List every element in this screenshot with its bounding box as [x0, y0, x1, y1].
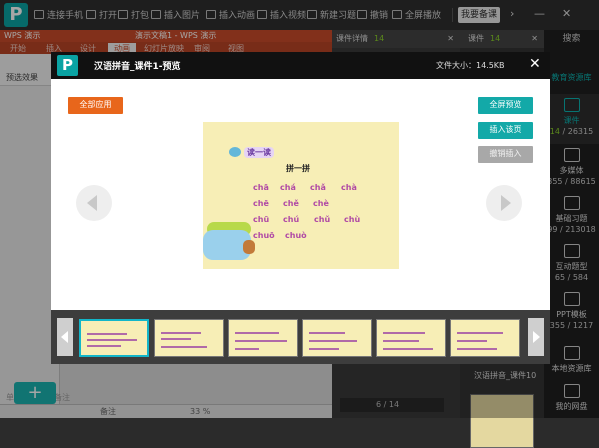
undo-insert-button[interactable]: 撤销插入 — [478, 146, 533, 163]
chevron-left-icon — [61, 331, 68, 343]
thumbnail-strip — [51, 310, 550, 364]
close-icon[interactable]: ✕ — [529, 56, 541, 72]
pinyin: chē — [253, 199, 269, 208]
pinyin: chá — [280, 183, 296, 192]
slide-thumbnail[interactable] — [376, 319, 446, 357]
slide-thumbnail[interactable] — [450, 319, 520, 357]
chevron-right-icon — [501, 195, 511, 211]
pinyin: chǎ — [310, 183, 326, 192]
pinyin: chuō — [253, 231, 275, 240]
app-logo: P — [57, 55, 78, 76]
preview-dialog: P 汉语拼音_课件1-预览 文件大小：14.5KB ✕ 全部应用 全屏预览 插入… — [51, 52, 550, 364]
slide-title: 拼一拼 — [286, 164, 310, 173]
apply-all-button[interactable]: 全部应用 — [68, 97, 123, 114]
pinyin: chà — [341, 183, 357, 192]
pinyin: chū — [253, 215, 270, 224]
bear-illustration — [243, 240, 255, 254]
dialog-title: 汉语拼音_课件1-预览 — [94, 62, 181, 72]
pinyin: chuò — [285, 231, 307, 240]
previous-slide-button[interactable] — [76, 185, 112, 221]
pinyin: chù — [344, 215, 361, 224]
slide-thumbnail[interactable] — [154, 319, 224, 357]
pinyin: chè — [313, 199, 329, 208]
next-slide-button[interactable] — [486, 185, 522, 221]
pinyin: chǔ — [314, 215, 331, 224]
slide-badge: 读一读 — [244, 147, 274, 158]
fullscreen-preview-button[interactable]: 全屏预览 — [478, 97, 533, 114]
thumbnails-next-button[interactable] — [528, 318, 544, 356]
slide-thumbnail[interactable] — [79, 319, 149, 357]
pinyin: chā — [253, 183, 269, 192]
file-size: 文件大小：14.5KB — [436, 61, 505, 70]
dialog-header: P 汉语拼音_课件1-预览 文件大小：14.5KB ✕ — [51, 52, 550, 79]
badge-icon — [229, 147, 241, 157]
slide-thumbnail[interactable] — [302, 319, 372, 357]
chevron-left-icon — [87, 195, 97, 211]
insert-page-button[interactable]: 插入该页 — [478, 122, 533, 139]
chevron-right-icon — [533, 331, 540, 343]
thumbnails-prev-button[interactable] — [57, 318, 73, 356]
pinyin: chú — [283, 215, 300, 224]
pinyin: chě — [283, 199, 299, 208]
slide-thumbnail[interactable] — [228, 319, 298, 357]
slide-preview: 读一读 拼一拼 chā chá chǎ chà chē chě chè chū … — [203, 122, 399, 269]
